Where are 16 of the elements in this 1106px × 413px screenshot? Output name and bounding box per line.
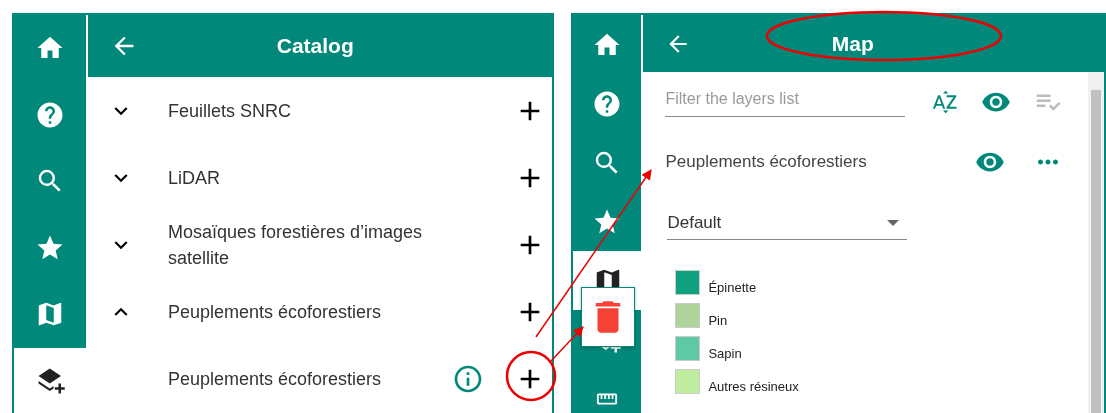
legend-label: Épinette <box>708 280 757 295</box>
legend-label: Sapin <box>708 346 742 361</box>
catalog-item-label: Peuplements écoforestiers <box>167 300 383 324</box>
dropdown-caret-icon <box>887 220 900 226</box>
panel-title: Catalog <box>275 34 355 58</box>
catalog-item-label: Mosaïques forestières d’images satellite <box>167 220 424 270</box>
catalog-item-label: Peuplements écoforestiers <box>167 367 383 391</box>
highlight-circle <box>505 350 557 402</box>
legend-label: Pin <box>708 313 728 328</box>
style-dropdown[interactable]: Default <box>667 213 908 240</box>
legend-label: Autres résineux <box>708 379 799 394</box>
panel-title: Map <box>830 31 875 56</box>
catalog-item-label: LiDAR <box>167 166 221 190</box>
catalog-item-label: Feuillets SNRC <box>167 99 293 123</box>
layer-name: Peuplements écoforestiers <box>665 152 868 172</box>
scrollbar[interactable] <box>1088 72 1104 413</box>
